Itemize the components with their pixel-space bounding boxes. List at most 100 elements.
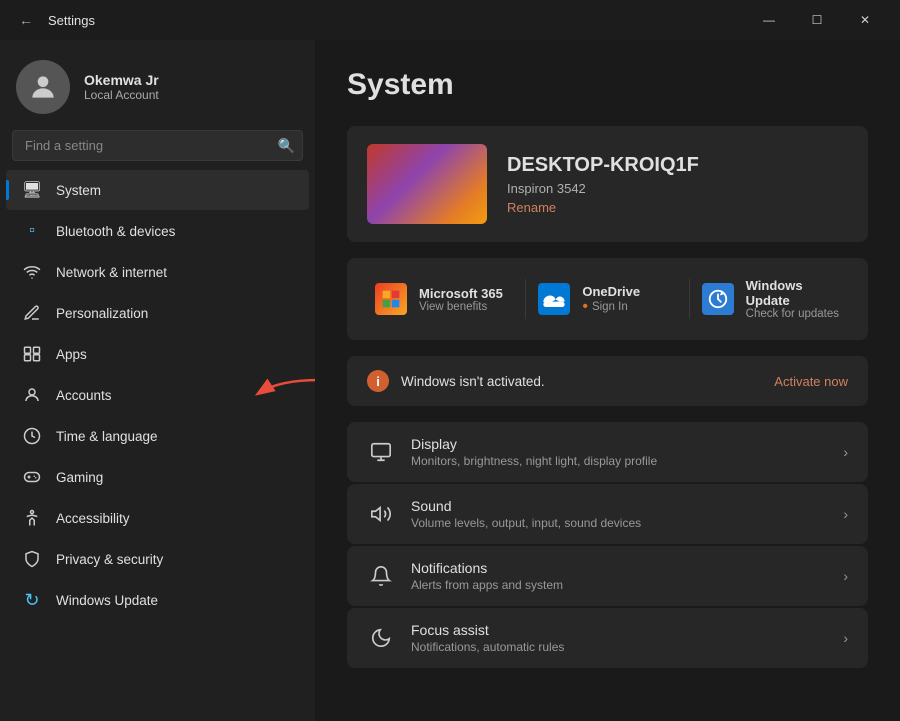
sound-subtitle: Volume levels, output, input, sound devi… <box>411 516 827 530</box>
bluetooth-icon: ▫ <box>22 221 42 241</box>
app-title: Settings <box>48 13 95 28</box>
sound-icon <box>367 500 395 528</box>
windows-update-icon: ↻ <box>22 590 42 610</box>
chevron-right-icon: › <box>843 506 848 522</box>
sidebar-item-gaming[interactable]: Gaming <box>6 457 309 497</box>
sidebar-item-label: Windows Update <box>56 593 158 608</box>
onedrive-icon <box>538 283 570 315</box>
titlebar: ← Settings — ☐ ✕ <box>0 0 900 40</box>
sidebar-item-time[interactable]: Time & language <box>6 416 309 456</box>
ms365-title: Microsoft 365 <box>419 286 503 301</box>
divider <box>525 279 526 319</box>
focus-assist-icon <box>367 624 395 652</box>
avatar <box>16 60 70 114</box>
settings-item-display[interactable]: Display Monitors, brightness, night ligh… <box>347 422 868 482</box>
sidebar-item-apps[interactable]: Apps <box>6 334 309 374</box>
display-icon <box>367 438 395 466</box>
notifications-text: Notifications Alerts from apps and syste… <box>411 560 827 592</box>
chevron-right-icon: › <box>843 630 848 646</box>
settings-item-sound[interactable]: Sound Volume levels, output, input, soun… <box>347 484 868 544</box>
sidebar-item-label: Gaming <box>56 470 103 485</box>
sidebar-item-label: Accounts <box>56 388 112 403</box>
settings-list: Display Monitors, brightness, night ligh… <box>347 422 868 668</box>
focus-assist-title: Focus assist <box>411 622 827 638</box>
notifications-subtitle: Alerts from apps and system <box>411 578 827 592</box>
apps-icon <box>22 344 42 364</box>
display-title: Display <box>411 436 827 452</box>
winupdate-title: Windows Update <box>746 278 840 308</box>
onedrive-subtitle: Sign In <box>592 301 628 313</box>
sidebar-item-label: Personalization <box>56 306 148 321</box>
device-thumbnail <box>367 144 487 224</box>
sound-title: Sound <box>411 498 827 514</box>
sidebar-item-label: Accessibility <box>56 511 130 526</box>
winupdate-subtitle: Check for updates <box>746 308 840 320</box>
onedrive-text: OneDrive • Sign In <box>582 284 640 315</box>
back-button[interactable]: ← <box>12 6 40 34</box>
privacy-icon <box>22 549 42 569</box>
chevron-right-icon: › <box>843 444 848 460</box>
display-subtitle: Monitors, brightness, night light, displ… <box>411 454 827 468</box>
device-info: DESKTOP-KROIQ1F Inspiron 3542 Rename <box>507 154 699 215</box>
display-text: Display Monitors, brightness, night ligh… <box>411 436 827 468</box>
device-model: Inspiron 3542 <box>507 181 699 196</box>
sidebar-item-system[interactable]: 🖥 System <box>6 170 309 210</box>
device-name: DESKTOP-KROIQ1F <box>507 154 699 177</box>
notifications-title: Notifications <box>411 560 827 576</box>
winupdate-text: Windows Update Check for updates <box>746 278 840 320</box>
accounts-icon <box>22 385 42 405</box>
system-icon: 🖥 <box>22 180 42 200</box>
close-button[interactable]: ✕ <box>842 4 888 36</box>
user-avatar-icon <box>27 71 59 103</box>
search-box: 🔍 <box>12 130 303 161</box>
onedrive-title: OneDrive <box>582 284 640 299</box>
network-icon <box>22 262 42 282</box>
search-input[interactable] <box>12 130 303 161</box>
user-section: Okemwa Jr Local Account <box>0 40 315 130</box>
focus-assist-text: Focus assist Notifications, automatic ru… <box>411 622 827 654</box>
divider <box>689 279 690 319</box>
content-area: System DESKTOP-KROIQ1F Inspiron 3542 Ren… <box>315 40 900 721</box>
minimize-button[interactable]: — <box>746 4 792 36</box>
sidebar-item-label: System <box>56 183 101 198</box>
sidebar-item-label: Privacy & security <box>56 552 163 567</box>
main-layout: Okemwa Jr Local Account 🔍 🖥 System ▫ Blu… <box>0 40 900 721</box>
search-icon[interactable]: 🔍 <box>278 137 295 154</box>
sidebar-item-accessibility[interactable]: Accessibility <box>6 498 309 538</box>
device-card: DESKTOP-KROIQ1F Inspiron 3542 Rename <box>347 126 868 242</box>
sidebar-item-network[interactable]: Network & internet <box>6 252 309 292</box>
sound-text: Sound Volume levels, output, input, soun… <box>411 498 827 530</box>
winupdate-icon <box>702 283 734 315</box>
sidebar-item-label: Apps <box>56 347 87 362</box>
device-rename-button[interactable]: Rename <box>507 200 699 215</box>
nav-menu: 🖥 System ▫ Bluetooth & devices Network &… <box>0 169 315 621</box>
user-name: Okemwa Jr <box>84 72 159 88</box>
sidebar-item-bluetooth[interactable]: ▫ Bluetooth & devices <box>6 211 309 251</box>
sidebar-item-personalization[interactable]: Personalization <box>6 293 309 333</box>
personalization-icon <box>22 303 42 323</box>
arrow-annotation <box>249 375 315 415</box>
notifications-icon <box>367 562 395 590</box>
onedrive-subtitle-row: • Sign In <box>582 299 640 315</box>
ms365-text: Microsoft 365 View benefits <box>419 286 503 313</box>
ms365-subtitle: View benefits <box>419 301 503 313</box>
sidebar-item-label: Time & language <box>56 429 158 444</box>
accessibility-icon <box>22 508 42 528</box>
sidebar-item-privacy[interactable]: Privacy & security <box>6 539 309 579</box>
onedrive-dot-icon: • <box>582 299 588 315</box>
maximize-button[interactable]: ☐ <box>794 4 840 36</box>
settings-item-focus-assist[interactable]: Focus assist Notifications, automatic ru… <box>347 608 868 668</box>
activate-now-button[interactable]: Activate now <box>774 374 848 389</box>
sidebar-item-accounts[interactable]: Accounts <box>6 375 309 415</box>
chevron-right-icon: › <box>843 568 848 584</box>
activation-banner: i Windows isn't activated. Activate now <box>347 356 868 406</box>
info-icon: i <box>367 370 389 392</box>
quick-link-microsoft365[interactable]: Microsoft 365 View benefits <box>367 279 521 319</box>
time-icon <box>22 426 42 446</box>
quick-link-onedrive[interactable]: OneDrive • Sign In <box>530 279 684 319</box>
page-title: System <box>347 68 868 102</box>
quick-links-row: Microsoft 365 View benefits OneDrive • S <box>347 258 868 340</box>
quick-link-windows-update[interactable]: Windows Update Check for updates <box>694 274 848 324</box>
sidebar-item-windows-update[interactable]: ↻ Windows Update <box>6 580 309 620</box>
settings-item-notifications[interactable]: Notifications Alerts from apps and syste… <box>347 546 868 606</box>
